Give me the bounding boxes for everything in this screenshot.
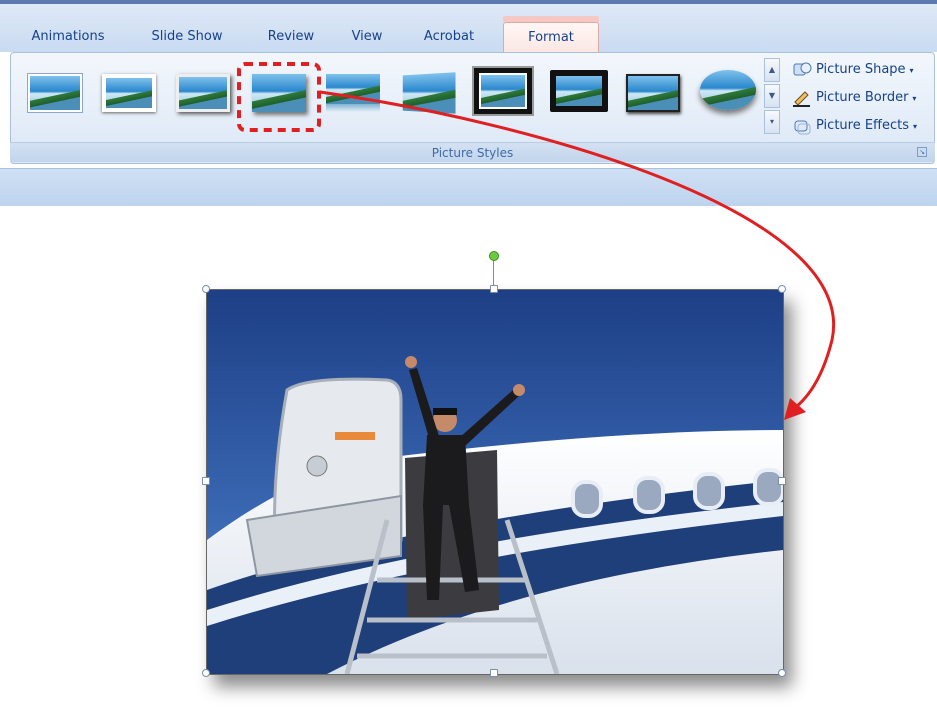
selected-style-highlight — [237, 62, 321, 132]
annotation-overlay — [237, 62, 836, 420]
curved-arrow-icon — [319, 90, 836, 412]
